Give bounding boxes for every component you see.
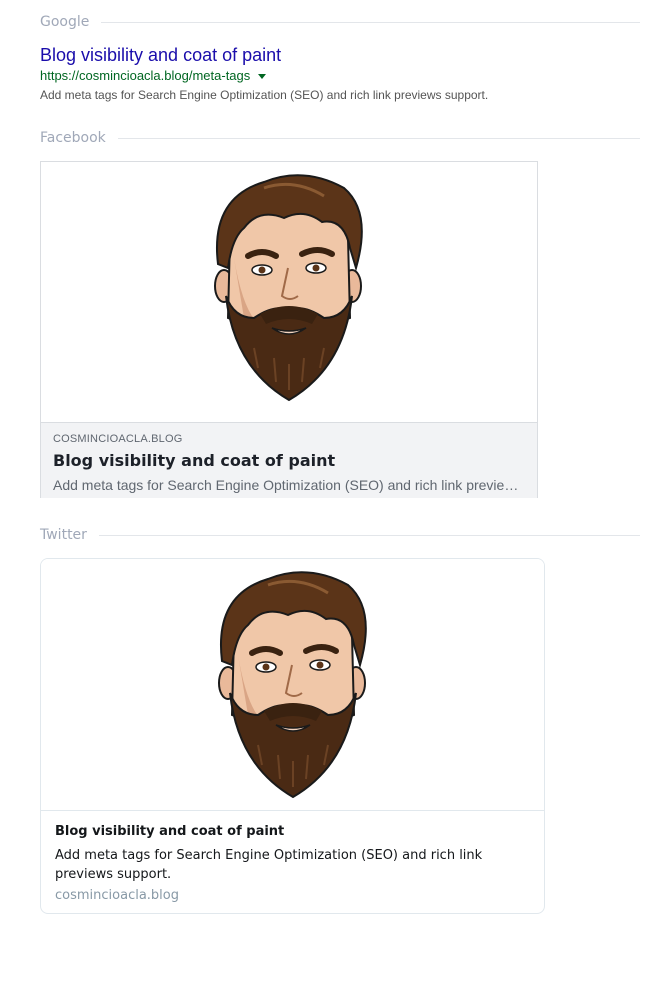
- facebook-preview-description: Add meta tags for Search Engine Optimiza…: [53, 477, 525, 493]
- facebook-preview-title[interactable]: Blog visibility and coat of paint: [53, 451, 525, 470]
- bearded-man-avatar-icon: [217, 571, 367, 799]
- google-section-label: Google: [40, 14, 90, 30]
- google-result-description: Add meta tags for Search Engine Optimiza…: [40, 88, 489, 102]
- facebook-preview-domain: COSMINCIOACLA.BLOG: [53, 433, 183, 445]
- twitter-preview-domain: cosmincioacla.blog: [55, 888, 179, 903]
- facebook-section-label: Facebook: [40, 130, 106, 146]
- caret-down-icon[interactable]: [258, 73, 267, 79]
- facebook-preview-image[interactable]: [41, 162, 537, 422]
- google-section-header: Google: [40, 14, 640, 30]
- twitter-preview-card[interactable]: Blog visibility and coat of paint Add me…: [40, 558, 545, 914]
- facebook-preview-card[interactable]: COSMINCIOACLA.BLOG Blog visibility and c…: [40, 161, 538, 498]
- twitter-section-label: Twitter: [40, 527, 87, 543]
- section-divider: [101, 21, 640, 23]
- twitter-preview-meta[interactable]: Blog visibility and coat of paint Add me…: [41, 811, 544, 903]
- facebook-section-header: Facebook: [40, 130, 640, 146]
- twitter-preview-title[interactable]: Blog visibility and coat of paint: [55, 824, 530, 839]
- twitter-preview-description: Add meta tags for Search Engine Optimiza…: [55, 848, 483, 882]
- bearded-man-avatar-icon: [214, 174, 363, 402]
- facebook-preview-meta[interactable]: COSMINCIOACLA.BLOG Blog visibility and c…: [41, 422, 537, 498]
- section-divider: [98, 534, 640, 536]
- twitter-preview-image[interactable]: [41, 559, 544, 811]
- google-result-url[interactable]: https://cosmincioacla.blog/meta-tags: [40, 68, 267, 83]
- twitter-section-header: Twitter: [40, 527, 640, 543]
- section-divider: [117, 137, 640, 139]
- google-result-url-text[interactable]: https://cosmincioacla.blog/meta-tags: [40, 68, 250, 83]
- google-result-title[interactable]: Blog visibility and coat of paint: [40, 45, 281, 66]
